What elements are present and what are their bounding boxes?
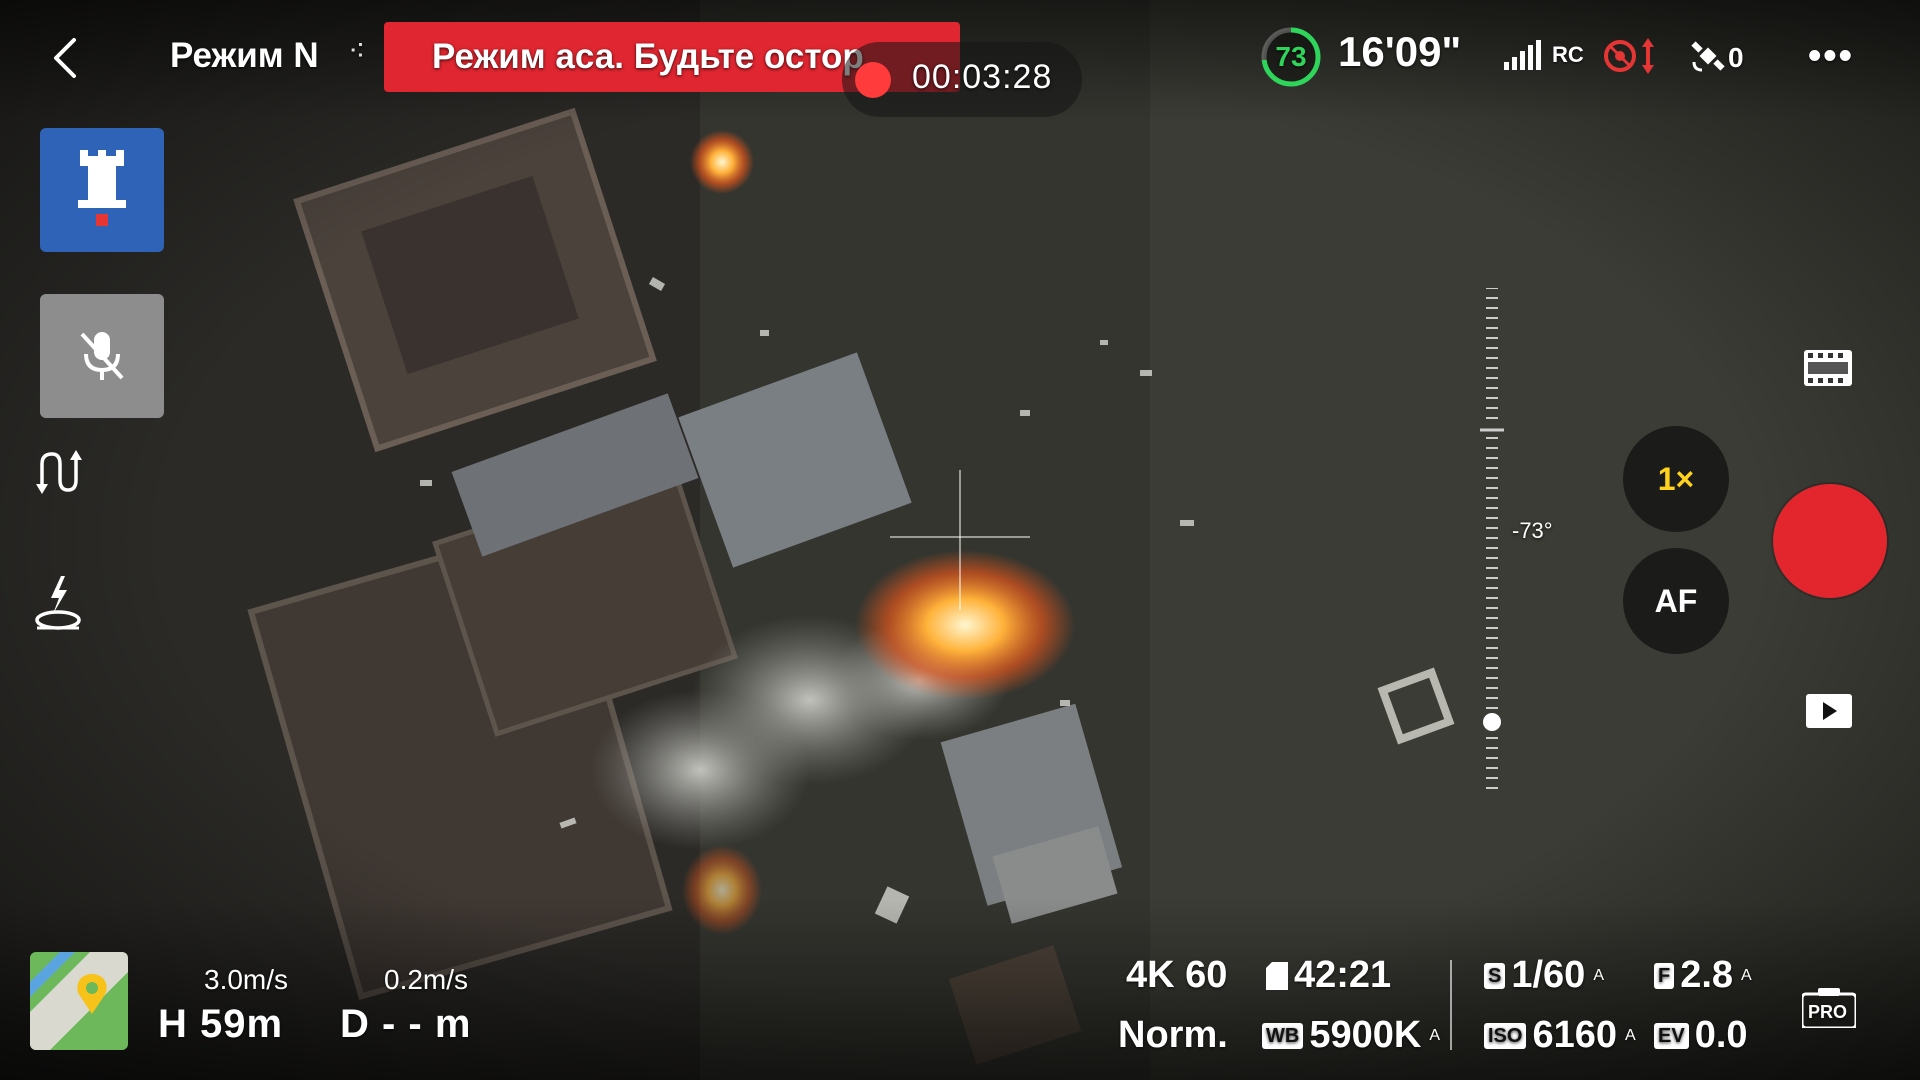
color-profile[interactable]: Norm. bbox=[1118, 1014, 1228, 1057]
auto-marker: A bbox=[1429, 1026, 1440, 1044]
pro-label: PRO bbox=[1808, 1002, 1848, 1022]
iso-value: 6160 bbox=[1532, 1014, 1617, 1056]
aperture-badge: F bbox=[1654, 962, 1675, 989]
chevron-left-icon bbox=[54, 37, 76, 78]
gimbal-pitch-scale bbox=[1480, 288, 1504, 789]
mute-microphone-button[interactable] bbox=[40, 294, 164, 418]
iso[interactable]: ISO 6160 A bbox=[1484, 1014, 1636, 1057]
aperture-value: 2.8 bbox=[1680, 954, 1734, 996]
microphone-off-icon bbox=[80, 332, 124, 380]
map-pin-icon bbox=[30, 952, 128, 1050]
film-icon bbox=[1804, 350, 1852, 386]
height-readout: H 59m bbox=[158, 1002, 284, 1046]
white-balance[interactable]: WB 5900K A bbox=[1262, 1014, 1440, 1057]
landing-icon bbox=[35, 576, 81, 630]
white-balance-value: 5900K bbox=[1309, 1014, 1422, 1056]
satellite-icon[interactable] bbox=[1690, 38, 1726, 74]
recording-time: 00:03:28 bbox=[912, 58, 1053, 96]
storage-remaining: 42:21 bbox=[1266, 954, 1391, 997]
record-button[interactable] bbox=[1773, 484, 1887, 598]
flight-time-remaining[interactable]: 16'09" bbox=[1338, 28, 1461, 76]
recording-indicator-icon bbox=[855, 62, 891, 98]
distance-readout: D - - m bbox=[340, 1002, 472, 1046]
rc-label: RC bbox=[1552, 42, 1584, 67]
vertical-speed: 0.2m/s bbox=[384, 964, 469, 995]
sd-card-icon bbox=[1266, 961, 1288, 990]
shutter-speed[interactable]: S 1/60 A bbox=[1484, 954, 1604, 997]
more-options-button[interactable]: ••• bbox=[1808, 37, 1854, 75]
video-mode-button[interactable] bbox=[1804, 350, 1852, 391]
back-button[interactable] bbox=[40, 30, 90, 85]
horizontal-speed: 3.0m/s bbox=[204, 964, 289, 995]
exposure-value-number: 0.0 bbox=[1694, 1014, 1748, 1056]
flight-route-button[interactable] bbox=[28, 442, 88, 502]
play-icon bbox=[1806, 694, 1852, 728]
map-lock-button[interactable] bbox=[40, 128, 164, 252]
settings-divider bbox=[1450, 960, 1452, 1050]
auto-marker: A bbox=[1625, 1026, 1636, 1044]
shutter-speed-value: 1/60 bbox=[1511, 954, 1586, 996]
ev-badge: EV bbox=[1654, 1022, 1689, 1049]
focus-mode-button[interactable]: AF bbox=[1623, 548, 1729, 654]
resolution-fps-value: 4K 60 bbox=[1126, 954, 1228, 996]
return-to-home-button[interactable] bbox=[28, 574, 88, 634]
flight-mode-label[interactable]: Режим N bbox=[170, 36, 319, 76]
color-profile-value: Norm. bbox=[1118, 1014, 1228, 1056]
minimap-button[interactable] bbox=[30, 952, 128, 1050]
iso-badge: ISO bbox=[1484, 1022, 1527, 1049]
mode-indicator-icon: ⁖ bbox=[348, 35, 366, 68]
tower-icon bbox=[78, 150, 126, 226]
battery-percent[interactable]: 73 bbox=[1260, 26, 1322, 88]
signal-strength-icon[interactable] bbox=[1504, 40, 1544, 70]
resolution-fps[interactable]: 4K 60 bbox=[1126, 954, 1227, 997]
auto-marker: A bbox=[1741, 966, 1752, 984]
playback-button[interactable] bbox=[1806, 694, 1852, 733]
wb-badge: WB bbox=[1262, 1022, 1304, 1049]
satellite-count: 0 bbox=[1728, 42, 1744, 73]
exposure-value[interactable]: EV 0.0 bbox=[1654, 1014, 1748, 1057]
zoom-button[interactable]: 1× bbox=[1623, 426, 1729, 532]
obstacle-avoidance-icon[interactable] bbox=[1602, 38, 1662, 74]
route-icon bbox=[36, 450, 82, 494]
shutter-badge: S bbox=[1484, 962, 1506, 989]
gimbal-pitch-value: -73° bbox=[1512, 518, 1553, 543]
aperture[interactable]: F 2.8 A bbox=[1654, 954, 1752, 997]
auto-marker: A bbox=[1593, 966, 1604, 984]
record-remaining-value: 42:21 bbox=[1294, 954, 1392, 996]
